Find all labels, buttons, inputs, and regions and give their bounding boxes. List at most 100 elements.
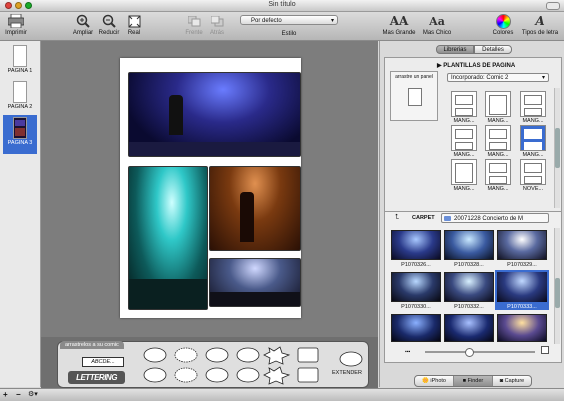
print-button[interactable]: Imprimir (4, 12, 28, 37)
fonts-button[interactable]: A Tipos de letra (518, 12, 562, 37)
small-thumbs-icon: ▪▪▪ (405, 349, 411, 355)
text-bigger-icon: AA (389, 14, 409, 28)
template-thumb[interactable] (485, 125, 511, 151)
panel-photo-3[interactable] (209, 166, 301, 251)
bigger-label: Mas Grande (382, 30, 416, 36)
page-thumb-3[interactable]: PAGINA 3 (3, 115, 37, 154)
template-thumb-selected[interactable] (520, 125, 546, 151)
panel-photo-1[interactable] (128, 72, 301, 157)
printer-icon (8, 12, 24, 30)
photo-name: P1070332... (454, 304, 484, 310)
page-thumb-label: PAGINA 3 (7, 140, 33, 146)
source-finder[interactable]: ■ Finder (454, 376, 493, 386)
page-thumb-image (13, 81, 27, 103)
photo-thumb[interactable] (391, 314, 441, 342)
lettering-sticker[interactable]: LETTERING (68, 371, 125, 384)
zoom-out-icon (102, 12, 116, 30)
inspector-panel: Librerias Detalles ▶ PLANTILLAS DE PAGIN… (379, 41, 564, 387)
page-thumb-image (13, 117, 27, 139)
window-title: Sin título (268, 1, 296, 8)
font-icon: A (535, 14, 545, 28)
drag-panel-box[interactable]: arrastre un panel (390, 71, 438, 121)
template-thumb[interactable] (520, 91, 546, 117)
remove-page-button[interactable]: − (16, 390, 21, 399)
folder-icon (444, 216, 451, 221)
smaller-button[interactable]: Aa Mas Chico (420, 12, 454, 37)
tab-details[interactable]: Detalles (474, 45, 512, 54)
smaller-label: Mas Chico (422, 30, 452, 36)
zoom-in-button[interactable]: Ampliar (72, 12, 94, 37)
print-label: Imprimir (5, 30, 27, 36)
zoom-in-label: Ampliar (72, 30, 94, 36)
photo-image (497, 272, 547, 302)
template-thumb[interactable] (451, 159, 477, 185)
templates-scrollbar[interactable] (554, 88, 560, 208)
panel-photo-4[interactable] (209, 258, 301, 307)
extend-balloon-icon[interactable] (338, 350, 364, 370)
gear-menu-button[interactable]: ⚙▾ (28, 390, 38, 398)
colors-button[interactable]: Colores (490, 12, 516, 37)
photo-name: P1070330... (401, 304, 431, 310)
template-thumb[interactable] (485, 91, 511, 117)
source-capture[interactable]: ◙ Capture (493, 376, 531, 386)
photo-name: P1070326... (401, 262, 431, 268)
photo-thumb[interactable] (391, 230, 441, 260)
slider-knob[interactable] (465, 348, 474, 357)
color-wheel-icon (495, 13, 511, 29)
zoom-out-button[interactable]: Reducir (98, 12, 120, 37)
template-select[interactable]: Incorporado: Comic 2 ▾ (447, 73, 549, 82)
template-thumb[interactable] (451, 125, 477, 151)
photo-thumb[interactable] (497, 230, 547, 260)
photo-browser: ⮤ CARPET 20071228 Concierto de M P107032… (384, 211, 562, 363)
photo-thumb[interactable] (444, 230, 494, 260)
scroll-thumb[interactable] (555, 128, 560, 168)
folder-up-icon[interactable]: ⮤ (395, 214, 399, 222)
toolbar-toggle-button[interactable] (546, 2, 560, 10)
template-thumb[interactable] (485, 159, 511, 185)
carpet-select-value: 20071228 Concierto de M (454, 216, 524, 222)
comic-page[interactable] (120, 58, 301, 318)
photo-thumb[interactable] (444, 272, 494, 302)
send-back-icon (210, 12, 224, 30)
balloon-palette: arrastrelos a su comic ABCDE... LETTERIN… (57, 341, 369, 388)
balloon-palette-tab: arrastrelos a su comic (60, 341, 124, 349)
page-thumb-image (13, 45, 27, 67)
tab-libraries[interactable]: Librerias (436, 45, 474, 54)
caption-box[interactable]: ABCDE... (82, 357, 124, 367)
photo-thumb[interactable] (444, 314, 494, 342)
photo-name: P1070333... (495, 304, 549, 310)
canvas-area[interactable] (41, 41, 378, 337)
style-select[interactable]: Por defecto ▾ (240, 15, 338, 25)
finder-icon: ■ (462, 378, 467, 384)
template-thumb[interactable] (451, 91, 477, 117)
photos-scrollbar[interactable] (554, 228, 560, 344)
template-name: MANG... (487, 152, 509, 158)
iphoto-icon: 🌼 (422, 378, 429, 384)
thumbnail-size-slider[interactable] (425, 348, 535, 357)
photo-thumb[interactable] (391, 272, 441, 302)
bigger-button[interactable]: AA Mas Grande (382, 12, 416, 37)
balloon-palette-area: arrastrelos a su comic ABCDE... LETTERIN… (41, 337, 378, 388)
source-iphoto[interactable]: 🌼 iPhoto (415, 376, 454, 386)
chevron-down-icon: ▾ (34, 391, 38, 398)
add-page-button[interactable]: + (3, 390, 8, 399)
scroll-thumb[interactable] (555, 278, 560, 308)
actual-size-label: Real (127, 30, 141, 36)
carpet-select[interactable]: 20071228 Concierto de M (441, 213, 549, 223)
photo-thumb-selected[interactable] (495, 270, 549, 304)
page-thumbnails: PAGINA 1 PAGINA 2 PAGINA 3 (0, 41, 41, 387)
bring-front-label: Frente (185, 30, 203, 36)
actual-size-button[interactable]: Real (126, 12, 142, 37)
style-label: Estilo (281, 31, 297, 37)
bring-front-button[interactable]: Frente (184, 12, 204, 37)
chevron-down-icon: ▾ (541, 75, 545, 81)
template-thumb[interactable] (520, 159, 546, 185)
page-thumb-1[interactable]: PAGINA 1 (3, 43, 37, 80)
templates-header[interactable]: ▶ PLANTILLAS DE PAGINA (437, 62, 515, 69)
photo-thumb[interactable] (497, 314, 547, 342)
style-select-value: Por defecto (251, 18, 282, 24)
panel-photo-2[interactable] (128, 166, 208, 310)
send-back-button[interactable]: Atrás (207, 12, 227, 37)
template-select-value: Incorporado: Comic 2 (451, 75, 509, 81)
page-thumb-2[interactable]: PAGINA 2 (3, 79, 37, 115)
